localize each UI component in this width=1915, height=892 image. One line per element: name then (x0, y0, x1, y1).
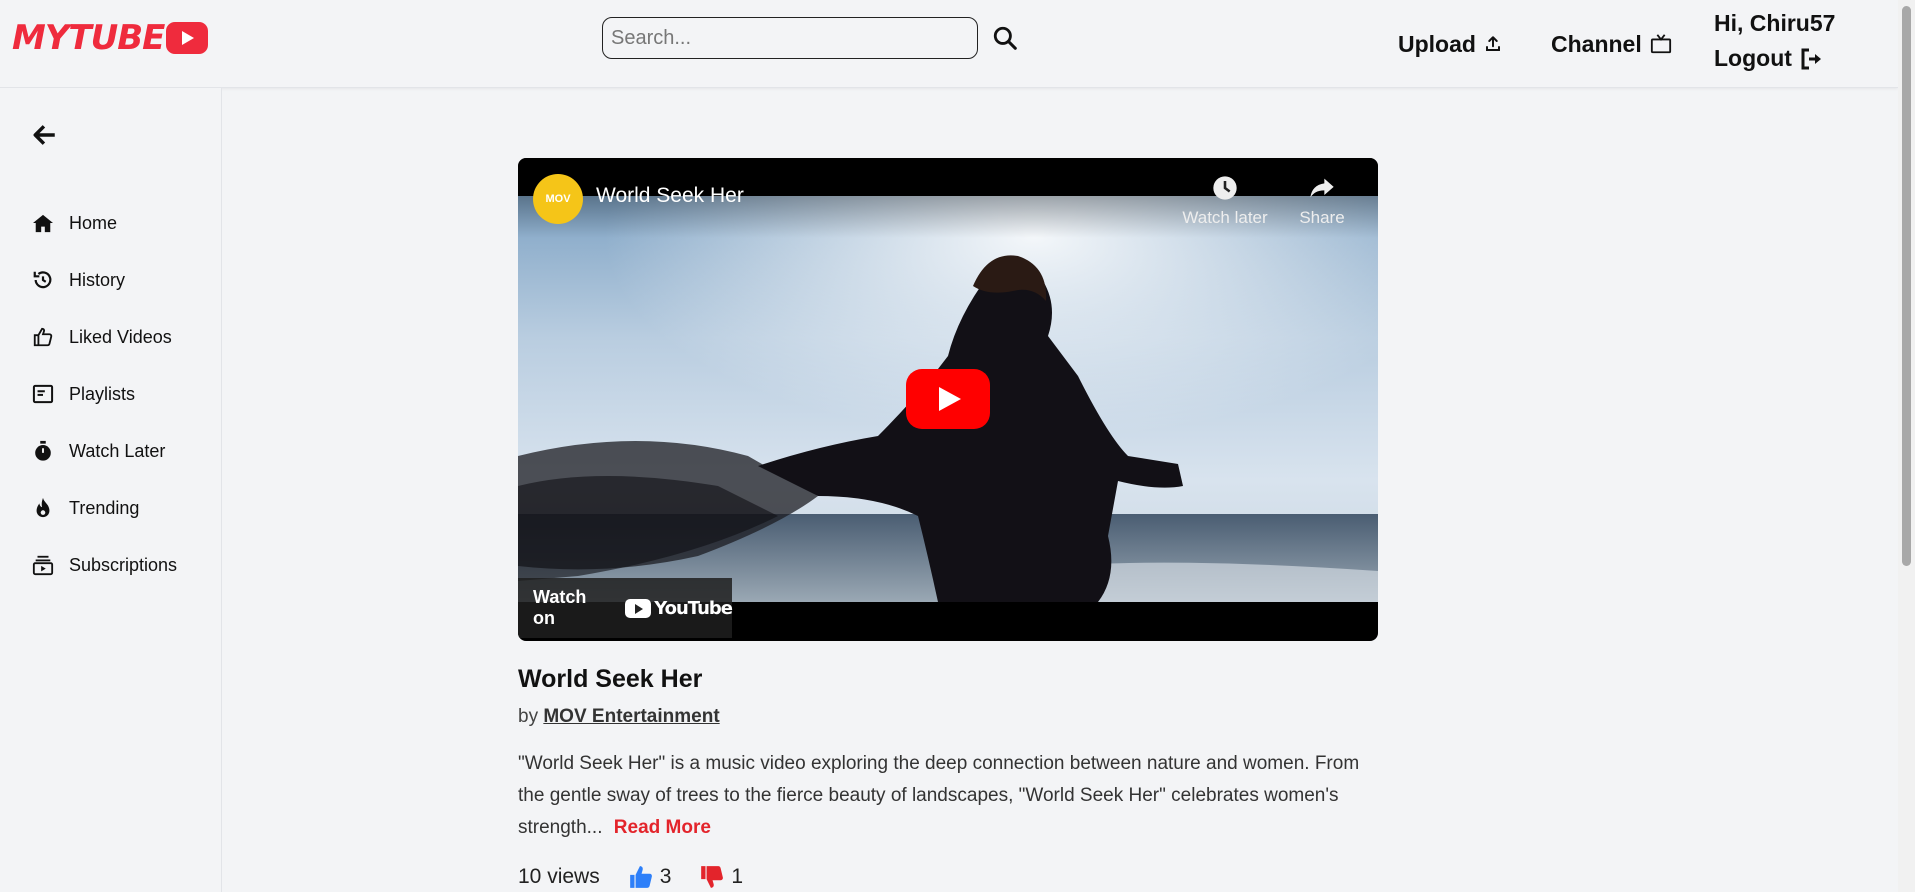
thumbs-down-icon (701, 866, 724, 888)
watch-later-button[interactable]: Watch later (1175, 174, 1275, 228)
video-description: "World Seek Her" is a music video explor… (518, 748, 1368, 844)
views-count: 10 views (518, 865, 600, 888)
likes-count: 3 (659, 865, 672, 888)
share-icon (1290, 174, 1354, 204)
sidebar-item-subscriptions[interactable]: Subscriptions (0, 530, 222, 600)
share-label: Share (1299, 208, 1345, 227)
search-icon (993, 26, 1017, 50)
logout-icon (1800, 48, 1824, 70)
clock-icon (1175, 174, 1275, 204)
upload-icon (1484, 35, 1502, 53)
upload-label: Upload (1398, 30, 1476, 57)
channel-button[interactable]: Channel (1551, 0, 1672, 88)
logo-play-icon (166, 22, 209, 54)
sidebar-item-label: Playlists (69, 383, 136, 404)
thumbs-up-icon (629, 866, 652, 888)
history-icon (32, 269, 54, 291)
stopwatch-icon (32, 440, 54, 462)
watch-on-youtube-button[interactable]: Watch on YouTube (518, 578, 733, 638)
watch-later-label: Watch later (1182, 208, 1268, 227)
channel-avatar[interactable]: MOV (533, 174, 583, 224)
dislike-button[interactable]: 1 (699, 864, 743, 890)
sidebar-item-label: Subscriptions (69, 554, 178, 575)
watch-on-label: Watch on (533, 587, 587, 628)
thumbs-up-icon (32, 326, 54, 348)
video-stats: 10 views 3 1 (518, 864, 743, 890)
sidebar-item-label: Home (69, 212, 118, 233)
sidebar-item-label: Watch Later (69, 440, 166, 461)
fire-icon (32, 497, 54, 519)
sidebar-item-label: Liked Videos (69, 326, 172, 347)
play-button[interactable] (906, 369, 990, 429)
channel-label: Channel (1551, 30, 1642, 57)
search-input[interactable] (602, 17, 978, 59)
logout-button[interactable]: Logout (1714, 41, 1835, 76)
sidebar-item-label: Trending (69, 497, 140, 518)
scrollbar-thumb[interactable] (1902, 6, 1911, 566)
mytube-logo[interactable]: MYTUBE (12, 18, 209, 58)
arrow-left-icon (33, 125, 55, 145)
channel-link[interactable]: MOV Entertainment (543, 706, 719, 727)
dislikes-count: 1 (731, 865, 744, 888)
share-button[interactable]: Share (1290, 174, 1354, 228)
upload-button[interactable]: Upload (1398, 0, 1502, 88)
tv-icon (1650, 33, 1672, 55)
logo-text: MYTUBE (12, 18, 165, 58)
sidebar-menu: Home History Liked Videos Playlists Watc… (0, 188, 222, 600)
search-button[interactable] (988, 21, 1022, 55)
page-scrollbar[interactable] (1898, 0, 1915, 892)
sidebar: Home History Liked Videos Playlists Watc… (0, 88, 222, 892)
user-greeting: Hi, Chiru57 (1714, 10, 1836, 36)
player-video-title[interactable]: World Seek Her (596, 184, 744, 208)
video-channel-line: by MOV Entertainment (518, 706, 720, 728)
video-player[interactable]: MOV World Seek Her Watch later Share Wat… (518, 158, 1378, 641)
by-label: by (518, 706, 539, 727)
playlist-icon (32, 383, 54, 405)
back-button[interactable] (32, 122, 62, 152)
logout-label: Logout (1714, 45, 1792, 71)
user-menu: Hi, Chiru57 Logout (1714, 6, 1835, 76)
read-more-link[interactable]: Read More (614, 817, 711, 838)
youtube-logo: YouTube (625, 598, 733, 619)
video-title: World Seek Her (518, 665, 703, 693)
top-navbar: MYTUBE Upload Channel Hi, Chiru57 Logout (0, 0, 1898, 88)
like-button[interactable]: 3 (628, 864, 672, 890)
subscriptions-icon (32, 554, 54, 576)
sidebar-item-label: History (69, 269, 126, 290)
search-bar (602, 17, 1022, 59)
youtube-play-icon (625, 598, 652, 618)
home-icon (32, 212, 54, 234)
